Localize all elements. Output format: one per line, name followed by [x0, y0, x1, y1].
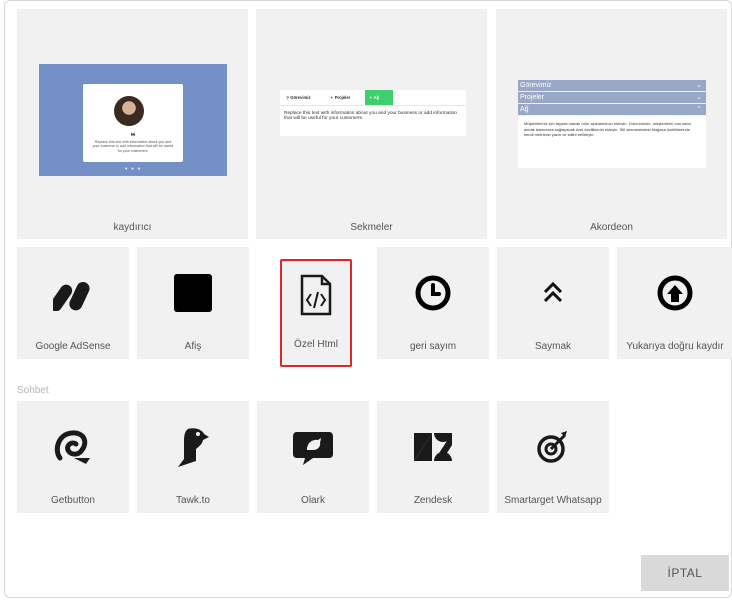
widget-counter[interactable]: Saymak — [497, 247, 609, 359]
chat-olark[interactable]: Olark — [257, 401, 369, 513]
accordion-header-projects: Projeler ⌄ — [518, 92, 706, 103]
cancel-button[interactable]: İPTAL — [641, 555, 729, 591]
avatar — [114, 96, 144, 126]
chevron-up-icon: ⌃ — [696, 106, 702, 113]
widget-label: Özel Html — [294, 339, 338, 350]
slider-widget-card[interactable]: ❝ Replace this text with information abo… — [17, 9, 248, 239]
banner-icon — [174, 274, 212, 312]
slider-preview: ❝ Replace this text with information abo… — [39, 64, 227, 176]
accordion-header-network: Ağ ⌃ — [518, 104, 706, 115]
tabs-preview: ⚲ Görevimiz ⚭ Projeler ⚭ Ağ Replace this… — [280, 90, 466, 136]
chat-label: Tawk.to — [176, 495, 210, 506]
zendesk-icon — [414, 433, 452, 461]
widget-countdown[interactable]: geri sayım — [377, 247, 489, 359]
chat-zendesk[interactable]: Zendesk — [377, 401, 489, 513]
smartarget-icon — [537, 431, 567, 463]
chat-label: Zendesk — [413, 495, 453, 506]
widget-label: Google AdSense — [35, 341, 111, 352]
chat-getbutton[interactable]: Getbutton — [17, 401, 129, 513]
tawkto-icon — [178, 428, 209, 467]
chat-section-title: Sohbet — [17, 385, 49, 396]
tab-preview-network: ⚭ Ağ — [365, 90, 393, 105]
quote-icon: ❝ — [130, 131, 136, 141]
accordion-header-mission: Görevimiz ⌄ — [518, 80, 706, 91]
chat-label: Getbutton — [51, 495, 95, 506]
olark-icon — [293, 432, 333, 465]
slider-widget-label: kaydırıcı — [113, 222, 152, 233]
counter-icon — [543, 281, 563, 303]
chevron-down-icon: ⌄ — [696, 94, 702, 101]
accordion-widget-card[interactable]: Görevimiz ⌄ Projeler ⌄ Ağ ⌃ Müşterileriniz … — [496, 9, 727, 239]
widget-picker-dialog: ❝ Replace this text with information abo… — [4, 0, 732, 598]
widget-scroll-up[interactable]: Yukarıya doğru kaydır — [617, 247, 732, 359]
accordion-preview-body: Müşterileriniz için faydalı olacak ürün … — [518, 116, 706, 168]
widget-label: Afiş — [184, 341, 202, 352]
tabs-preview-bar: ⚲ Görevimiz ⚭ Projeler ⚭ Ağ — [280, 90, 466, 105]
scroll-up-icon — [657, 275, 693, 311]
widget-banner[interactable]: Afiş — [137, 247, 249, 359]
widget-google-adsense[interactable]: Google AdSense — [17, 247, 129, 359]
widget-label: geri sayım — [409, 341, 457, 352]
chat-smartarget-whatsapp[interactable]: Smartarget Whatsapp — [497, 401, 609, 513]
widget-custom-html[interactable]: Özel Html — [280, 259, 352, 367]
tab-preview-projects: ⚭ Projeler — [330, 95, 351, 100]
chat-label: Smartarget Whatsapp — [504, 495, 602, 506]
slider-preview-text: Replace this text with information about… — [92, 140, 174, 153]
tabs-widget-card[interactable]: ⚲ Görevimiz ⚭ Projeler ⚭ Ağ Replace this… — [256, 9, 487, 239]
widget-label: Yukarıya doğru kaydır — [626, 341, 724, 352]
google-adsense-icon — [53, 282, 90, 311]
tabs-preview-body: Replace this text with information about… — [280, 105, 466, 136]
widget-label: Saymak — [534, 341, 572, 352]
accordion-preview: Görevimiz ⌄ Projeler ⌄ Ağ ⌃ Müşterileriniz … — [518, 80, 706, 168]
custom-html-icon — [300, 274, 332, 316]
tabs-widget-label: Sekmeler — [350, 222, 393, 233]
chevron-down-icon: ⌄ — [696, 82, 702, 89]
accordion-widget-label: Akordeon — [590, 222, 633, 233]
chat-label: Olark — [301, 495, 325, 506]
slider-testimonial-card: ❝ Replace this text with information abo… — [83, 84, 183, 162]
chat-tawkto[interactable]: Tawk.to — [137, 401, 249, 513]
getbutton-icon — [54, 430, 90, 464]
slider-dots: ● ● ● — [124, 166, 142, 172]
countdown-icon — [415, 275, 451, 311]
tab-preview-mission: ⚲ Görevimiz — [286, 95, 311, 100]
